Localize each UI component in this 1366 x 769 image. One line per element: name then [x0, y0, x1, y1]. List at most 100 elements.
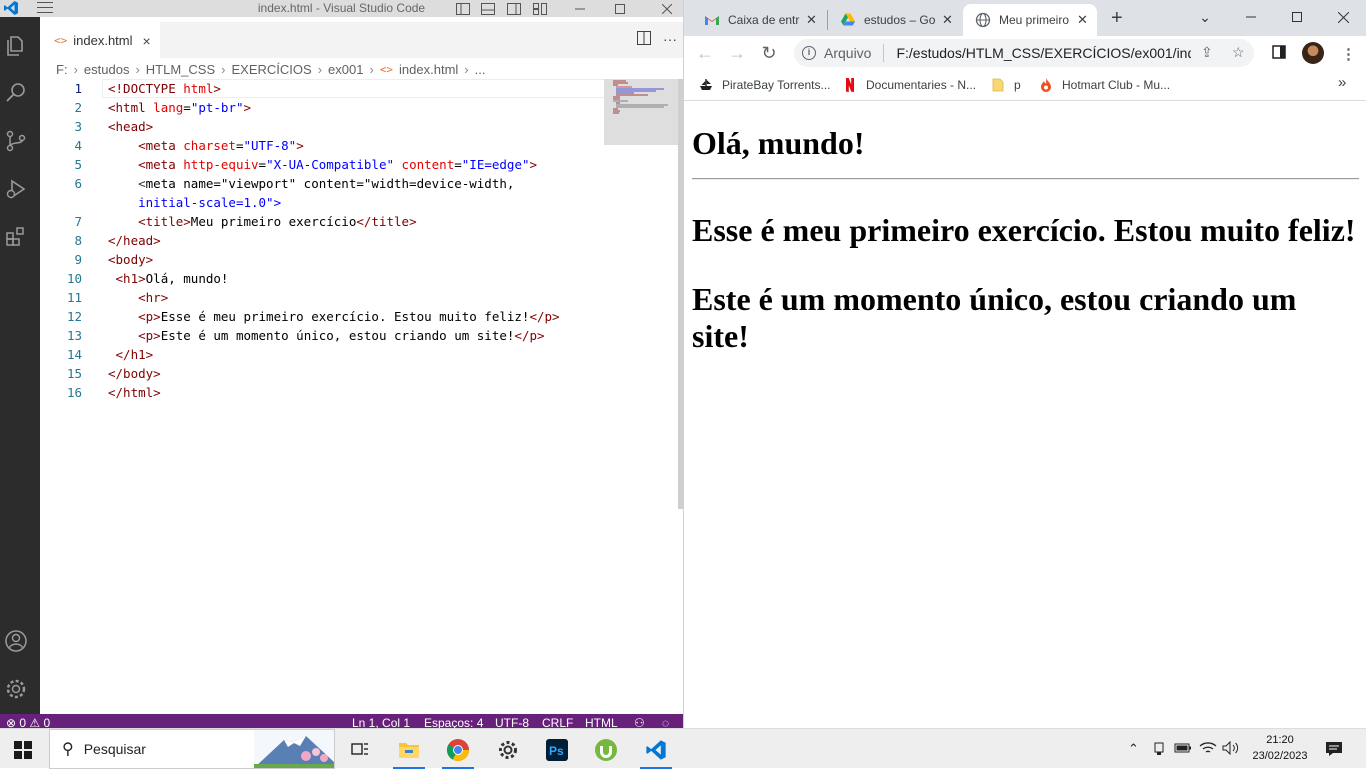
- settings-gear-icon[interactable]: [4, 677, 28, 701]
- code-line[interactable]: 10 <h1>Olá, mundo!: [40, 269, 600, 288]
- show-hidden-icons-chevron-up-icon[interactable]: ⌃: [1128, 741, 1139, 757]
- utorrent-icon[interactable]: [586, 733, 626, 767]
- customize-layout-icon[interactable]: [529, 0, 551, 17]
- battery-icon[interactable]: [1174, 741, 1192, 758]
- maximize-button[interactable]: [609, 0, 631, 17]
- photoshop-icon[interactable]: Ps: [537, 733, 577, 767]
- code-line[interactable]: 5 <meta http-equiv="X-UA-Compatible" con…: [40, 155, 600, 174]
- tab-gmail[interactable]: Caixa de entr ✕: [692, 4, 828, 36]
- line-number: 14: [66, 347, 82, 362]
- code-editor[interactable]: 1 <!DOCTYPE html> 2 <html lang="pt-br"> 3 <he…: [40, 79, 683, 714]
- maximize-button[interactable]: [1274, 0, 1320, 34]
- language-mode-status[interactable]: HTML: [585, 716, 618, 728]
- more-actions-icon[interactable]: ···: [663, 31, 677, 47]
- line-number: 1: [74, 81, 82, 96]
- code-line[interactable]: 1 <!DOCTYPE html>: [40, 79, 646, 98]
- toggle-secondary-sidebar-icon[interactable]: [503, 0, 525, 17]
- bookmark-folder-p[interactable]: p: [990, 77, 1021, 93]
- problems-status[interactable]: ⊗ 0 ⚠ 0: [6, 716, 50, 728]
- close-tab-icon[interactable]: ✕: [806, 12, 817, 28]
- minimap[interactable]: [604, 79, 678, 145]
- tab-google-drive[interactable]: estudos – Go ✕: [828, 4, 962, 36]
- settings-gear-icon[interactable]: [488, 733, 528, 767]
- run-debug-icon[interactable]: [4, 177, 28, 201]
- tab-index-html[interactable]: <> index.html ×: [40, 22, 160, 58]
- eol-status[interactable]: CRLF: [542, 716, 573, 728]
- breadcrumb-item[interactable]: EXERCÍCIOS: [232, 62, 312, 77]
- close-tab-icon[interactable]: ✕: [942, 12, 953, 28]
- kebab-menu-icon[interactable]: ⋮: [1341, 45, 1356, 63]
- new-tab-button[interactable]: +: [1111, 7, 1123, 30]
- reload-icon[interactable]: ↻: [758, 42, 780, 64]
- code-line[interactable]: 9 <body>: [40, 250, 600, 269]
- explorer-icon[interactable]: [4, 34, 28, 58]
- close-tab-icon[interactable]: ✕: [1077, 12, 1088, 28]
- code-line[interactable]: initial-scale=1.0">: [40, 193, 600, 212]
- tab-search-chevron-down-icon[interactable]: ⌄: [1182, 0, 1228, 34]
- code-line[interactable]: 2 <html lang="pt-br">: [40, 98, 600, 117]
- close-window-button[interactable]: [656, 0, 678, 17]
- code-line[interactable]: 3 <head>: [40, 117, 600, 136]
- minimize-button[interactable]: [1228, 0, 1274, 34]
- tab-title: estudos – Go: [864, 13, 936, 27]
- breadcrumb-item[interactable]: HTLM_CSS: [146, 62, 215, 77]
- code-line[interactable]: 8 </head>: [40, 231, 600, 250]
- notification-center-icon[interactable]: [1325, 741, 1343, 760]
- code-line[interactable]: 4 <meta charset="UTF-8">: [40, 136, 600, 155]
- encoding-status[interactable]: UTF-8: [495, 716, 529, 728]
- code-line[interactable]: 7 <title>Meu primeiro exercício</title>: [40, 212, 600, 231]
- line-number: 10: [66, 271, 82, 286]
- breadcrumb-item[interactable]: ex001: [328, 62, 363, 77]
- bookmark-piratebay[interactable]: PirateBay Torrents...: [698, 77, 831, 93]
- side-panel-icon[interactable]: [1272, 45, 1286, 63]
- search-icon[interactable]: [4, 81, 28, 105]
- breadcrumb-item[interactable]: estudos: [84, 62, 130, 77]
- breadcrumb-item[interactable]: index.html: [399, 62, 458, 77]
- code-line[interactable]: 14 </h1>: [40, 345, 600, 364]
- file-explorer-icon[interactable]: [389, 733, 429, 769]
- close-tab-icon[interactable]: ×: [143, 33, 151, 49]
- source-control-icon[interactable]: [4, 129, 28, 153]
- notifications-bell-icon[interactable]: ◌: [662, 716, 669, 728]
- extensions-icon[interactable]: [4, 225, 28, 249]
- system-clock[interactable]: 21:20 23/02/2023: [1245, 732, 1315, 764]
- split-editor-icon[interactable]: [637, 31, 651, 45]
- feedback-icon[interactable]: ⚇: [634, 716, 645, 728]
- taskbar-search-box[interactable]: ⚲ Pesquisar: [49, 729, 335, 769]
- mount-fuji-search-highlight-icon: [254, 730, 334, 768]
- bookmark-documentaries[interactable]: Documentaries - N...: [842, 77, 976, 93]
- code-line[interactable]: 6 <meta name="viewport" content="width=d…: [40, 174, 600, 193]
- forward-arrow-icon[interactable]: →: [726, 42, 748, 64]
- bookmark-hotmart[interactable]: Hotmart Club - Mu...: [1038, 77, 1170, 93]
- code-line[interactable]: 16 </html>: [40, 383, 600, 402]
- more-bookmarks-chevron-icon[interactable]: »: [1338, 74, 1346, 91]
- chrome-app-icon[interactable]: [438, 733, 478, 769]
- wifi-icon[interactable]: [1199, 741, 1217, 758]
- toggle-sidebar-icon[interactable]: [452, 0, 474, 17]
- back-arrow-icon[interactable]: ←: [694, 42, 716, 64]
- code-line[interactable]: 12 <p>Esse é meu primeiro exercício. Est…: [40, 307, 600, 326]
- indentation-status[interactable]: Espaços: 4: [424, 716, 483, 728]
- share-icon[interactable]: ⇪: [1201, 44, 1213, 61]
- accounts-icon[interactable]: [4, 629, 28, 653]
- windows-start-icon[interactable]: [14, 741, 32, 759]
- close-window-button[interactable]: [1320, 0, 1366, 34]
- cursor-position-status[interactable]: Ln 1, Col 1: [352, 716, 410, 728]
- address-bar[interactable]: i Arquivo F:/estudos/HTLM_CSS/EXERCÍCIOS…: [794, 39, 1254, 67]
- volume-icon[interactable]: [1222, 740, 1240, 758]
- code-line[interactable]: 11 <hr>: [40, 288, 600, 307]
- vscode-app-icon[interactable]: [636, 733, 676, 769]
- breadcrumb-item[interactable]: ...: [475, 62, 486, 77]
- minimize-button[interactable]: [569, 0, 591, 17]
- google-drive-icon: [841, 13, 855, 26]
- site-info-icon[interactable]: i: [802, 46, 816, 60]
- toggle-panel-icon[interactable]: [477, 0, 499, 17]
- code-line[interactable]: 15 </body>: [40, 364, 600, 383]
- task-view-icon[interactable]: [340, 733, 380, 767]
- tab-meu-primeiro[interactable]: Meu primeiro ✕: [963, 4, 1097, 36]
- usb-device-icon[interactable]: [1151, 741, 1167, 760]
- code-line[interactable]: 13 <p>Este é um momento único, estou cri…: [40, 326, 600, 345]
- profile-avatar[interactable]: [1302, 42, 1324, 64]
- breadcrumb-item[interactable]: F:: [56, 62, 68, 77]
- bookmark-star-icon[interactable]: ☆: [1232, 44, 1245, 61]
